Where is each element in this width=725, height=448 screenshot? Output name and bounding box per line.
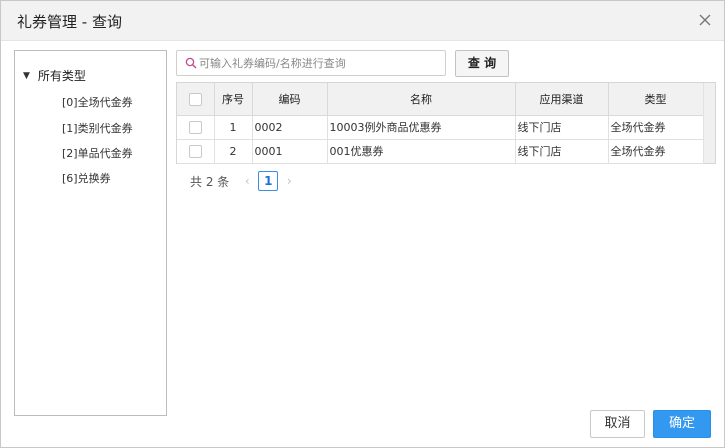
col-header-index[interactable]: 序号 bbox=[214, 83, 253, 116]
cell-index: 2 bbox=[214, 139, 253, 164]
table-row[interactable]: 1 0002 10003例外商品优惠券 线下门店 全场代金券 bbox=[177, 115, 704, 140]
select-all-checkbox[interactable] bbox=[188, 92, 202, 106]
cell-code: 0001 bbox=[252, 139, 328, 164]
query-button[interactable]: 查 询 bbox=[455, 50, 509, 77]
cell-channel: 线下门店 bbox=[515, 115, 609, 140]
search-box bbox=[176, 50, 446, 76]
page-number-current[interactable]: 1 bbox=[258, 171, 279, 191]
prev-page-icon[interactable]: ‹ bbox=[239, 174, 255, 188]
search-input[interactable] bbox=[199, 54, 439, 72]
dialog-header: 礼券管理 - 查询 bbox=[1, 1, 724, 41]
row-checkbox[interactable] bbox=[188, 120, 202, 134]
tree-item-exchange-voucher[interactable]: [6]兑换券 bbox=[62, 170, 111, 186]
triangle-down-icon[interactable]: ▼ bbox=[23, 71, 30, 81]
table-vertical-scrollbar[interactable] bbox=[703, 83, 715, 163]
tree-item-category-voucher[interactable]: [1]类别代金券 bbox=[62, 120, 133, 136]
pagination-total: 共 2 条 bbox=[190, 174, 230, 189]
cell-name: 10003例外商品优惠券 bbox=[327, 115, 516, 140]
cell-type: 全场代金券 bbox=[608, 115, 704, 140]
next-page-icon[interactable]: › bbox=[281, 174, 297, 188]
cell-name: 001优惠券 bbox=[327, 139, 516, 164]
cancel-button[interactable]: 取消 bbox=[590, 410, 645, 438]
tree-root-label: 所有类型 bbox=[37, 69, 86, 83]
col-header-name[interactable]: 名称 bbox=[327, 83, 516, 116]
close-icon[interactable] bbox=[696, 11, 714, 29]
col-header-type[interactable]: 类型 bbox=[608, 83, 704, 116]
dialog-title: 礼券管理 - 查询 bbox=[17, 13, 122, 31]
tree-item-single-voucher[interactable]: [2]单品代金券 bbox=[62, 145, 133, 161]
col-header-code[interactable]: 编码 bbox=[252, 83, 328, 116]
col-header-channel[interactable]: 应用渠道 bbox=[515, 83, 609, 116]
search-icon bbox=[185, 57, 197, 69]
coupon-query-dialog: 礼券管理 - 查询 ▼ 所有类型 [0]全场代金券 [1]类别代金券 [2]单品… bbox=[0, 0, 725, 448]
confirm-button[interactable]: 确定 bbox=[653, 410, 711, 438]
coupon-table: 序号 编码 名称 应用渠道 类型 1 0002 10003例外商品优惠券 线下门… bbox=[176, 82, 716, 164]
table-row[interactable]: 2 0001 001优惠券 线下门店 全场代金券 bbox=[177, 139, 704, 164]
table-header-row: 序号 编码 名称 应用渠道 类型 bbox=[177, 83, 704, 116]
cell-type: 全场代金券 bbox=[608, 139, 704, 164]
row-checkbox-cell bbox=[177, 115, 215, 140]
cell-channel: 线下门店 bbox=[515, 139, 609, 164]
cell-code: 0002 bbox=[252, 115, 328, 140]
row-checkbox[interactable] bbox=[188, 144, 202, 158]
pagination: 共 2 条 ‹ 1 › bbox=[190, 171, 297, 191]
select-all-cell bbox=[177, 83, 215, 116]
tree-item-full-voucher[interactable]: [0]全场代金券 bbox=[62, 94, 133, 110]
type-tree-panel: ▼ 所有类型 [0]全场代金券 [1]类别代金券 [2]单品代金券 [6]兑换券 bbox=[14, 50, 167, 416]
row-checkbox-cell bbox=[177, 139, 215, 164]
tree-root-all-types[interactable]: ▼ 所有类型 bbox=[23, 67, 86, 84]
cell-index: 1 bbox=[214, 115, 253, 140]
